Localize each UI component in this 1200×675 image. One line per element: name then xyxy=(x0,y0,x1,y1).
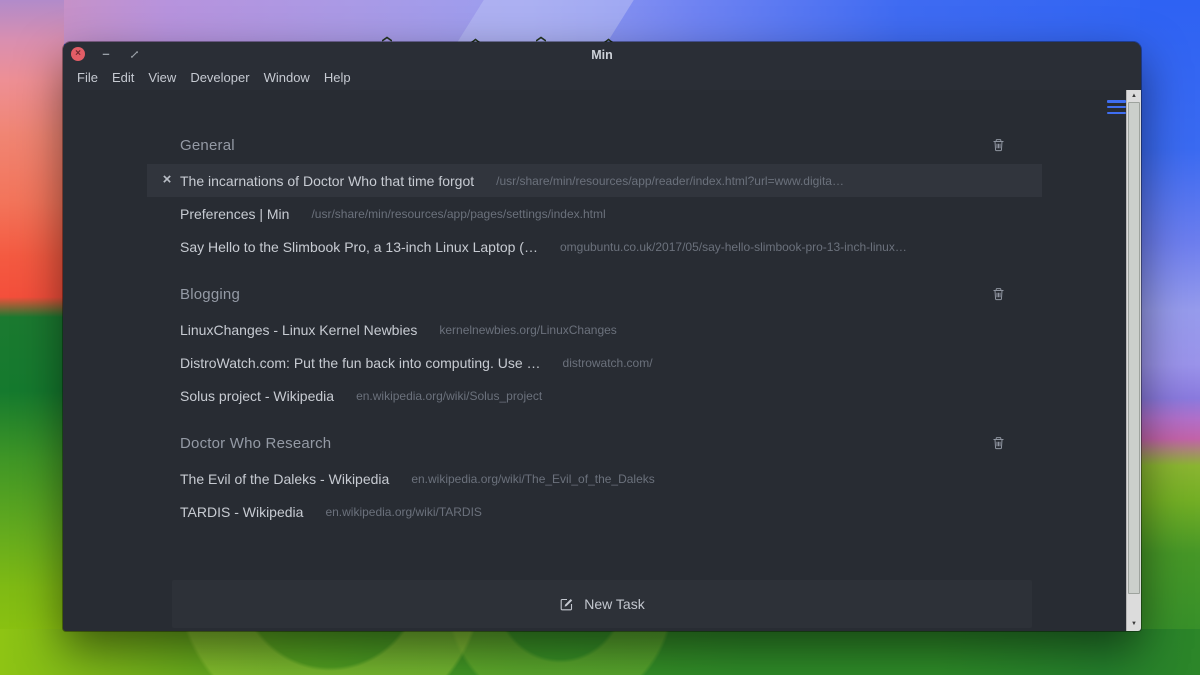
trash-icon xyxy=(992,287,1005,301)
task-title: TARDIS - Wikipedia xyxy=(180,504,303,520)
trash-icon xyxy=(992,436,1005,450)
task-title: LinuxChanges - Linux Kernel Newbies xyxy=(180,322,417,338)
task-sections: General×The incarnations of Doctor Who t… xyxy=(147,90,1042,528)
task-overview: General×The incarnations of Doctor Who t… xyxy=(63,90,1126,631)
new-task-label: New Task xyxy=(584,596,644,612)
task-item[interactable]: ×The incarnations of Doctor Who that tim… xyxy=(147,164,1042,197)
task-title: The Evil of the Daleks - Wikipedia xyxy=(180,471,389,487)
delete-section-button[interactable] xyxy=(991,138,1005,153)
task-item[interactable]: Say Hello to the Slimbook Pro, a 13-inch… xyxy=(147,230,1042,263)
task-url: en.wikipedia.org/wiki/TARDIS xyxy=(325,505,482,519)
task-url: kernelnewbies.org/LinuxChanges xyxy=(439,323,616,337)
task-item[interactable]: Preferences | Min/usr/share/min/resource… xyxy=(147,197,1042,230)
menu-icon[interactable] xyxy=(1107,100,1126,114)
task-title: Preferences | Min xyxy=(180,206,289,222)
task-rows: The Evil of the Daleks - Wikipedia en.wik… xyxy=(147,462,1042,528)
wallpaper-bottom xyxy=(0,629,1200,675)
titlebar[interactable]: × – Min xyxy=(63,42,1141,66)
task-url: distrowatch.com/ xyxy=(563,356,653,370)
new-task-button[interactable]: New Task xyxy=(172,580,1032,628)
task-url: en.wikipedia.org/wiki/Solus_project xyxy=(356,389,542,403)
scrollbar-thumb[interactable] xyxy=(1128,102,1140,594)
task-url: /usr/share/min/resources/app/pages/setti… xyxy=(311,207,605,221)
task-title: The incarnations of Doctor Who that time… xyxy=(180,173,474,189)
section-title: Doctor Who Research xyxy=(180,435,331,452)
menu-item-edit[interactable]: Edit xyxy=(105,66,141,90)
section-title: Blogging xyxy=(180,286,240,303)
task-rows: ×The incarnations of Doctor Who that tim… xyxy=(147,164,1042,263)
task-item[interactable]: Solus project - Wikipedia en.wikipedia.or… xyxy=(147,379,1042,412)
window-title: Min xyxy=(63,42,1141,66)
wallpaper-right xyxy=(1140,0,1200,675)
task-item[interactable]: DistroWatch.com: Put the fun back into c… xyxy=(147,346,1042,379)
desktop: × – Min FileEditViewDeveloperWindowHelp xyxy=(0,0,1200,675)
task-section-header: General xyxy=(147,134,1042,156)
menu-item-view[interactable]: View xyxy=(141,66,183,90)
new-task-pencil-icon xyxy=(559,597,574,612)
scrollbar[interactable]: ▲ ▼ xyxy=(1126,90,1141,631)
menu-item-help[interactable]: Help xyxy=(317,66,358,90)
task-title: Say Hello to the Slimbook Pro, a 13-inch… xyxy=(180,239,538,255)
task-section-header: Doctor Who Research xyxy=(147,432,1042,454)
task-section-header: Blogging xyxy=(147,283,1042,305)
menu-bar: FileEditViewDeveloperWindowHelp xyxy=(63,66,1141,90)
section-title: General xyxy=(180,137,235,154)
task-url: /usr/share/min/resources/app/reader/inde… xyxy=(496,174,844,188)
task-title: DistroWatch.com: Put the fun back into c… xyxy=(180,355,541,371)
trash-icon xyxy=(992,138,1005,152)
menu-item-window[interactable]: Window xyxy=(257,66,317,90)
task-url: omgubuntu.co.uk/2017/05/say-hello-slimbo… xyxy=(560,240,907,254)
task-url: en.wikipedia.org/wiki/The_Evil_of_the_Da… xyxy=(411,472,654,486)
task-item[interactable]: TARDIS - Wikipedia en.wikipedia.org/wiki/… xyxy=(147,495,1042,528)
close-task-icon[interactable]: × xyxy=(158,164,176,197)
menu-item-file[interactable]: File xyxy=(70,66,105,90)
task-rows: LinuxChanges - Linux Kernel Newbies kerne… xyxy=(147,313,1042,412)
min-browser-window: × – Min FileEditViewDeveloperWindowHelp xyxy=(63,42,1141,631)
wallpaper-left xyxy=(0,0,64,675)
task-item[interactable]: The Evil of the Daleks - Wikipedia en.wik… xyxy=(147,462,1042,495)
menu-item-developer[interactable]: Developer xyxy=(183,66,256,90)
task-title: Solus project - Wikipedia xyxy=(180,388,334,404)
delete-section-button[interactable] xyxy=(991,287,1005,302)
delete-section-button[interactable] xyxy=(991,436,1005,451)
scroll-down-button[interactable]: ▼ xyxy=(1127,618,1141,631)
task-item[interactable]: LinuxChanges - Linux Kernel Newbies kerne… xyxy=(147,313,1042,346)
